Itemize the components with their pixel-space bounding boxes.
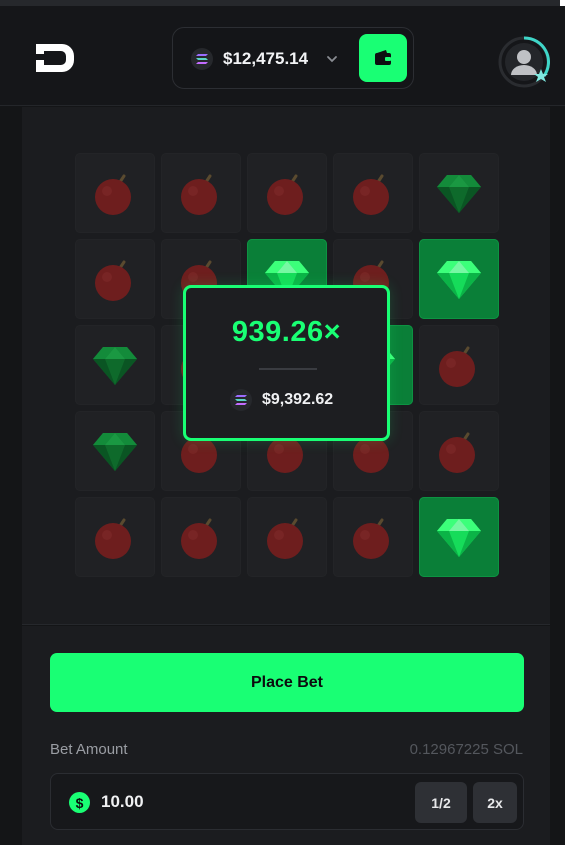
sol-equivalent: 0.12967225 SOL bbox=[409, 741, 523, 758]
tile-bomb[interactable] bbox=[419, 325, 499, 405]
gem-icon bbox=[437, 519, 481, 557]
payout-row: $9,392.62 bbox=[230, 389, 333, 411]
bomb-icon bbox=[267, 174, 303, 215]
bomb-icon bbox=[439, 346, 475, 387]
payout-amount: $9,392.62 bbox=[262, 391, 334, 408]
dollar-icon: $ bbox=[69, 792, 90, 813]
double-bet-button[interactable]: 2x bbox=[473, 782, 517, 823]
bomb-icon bbox=[95, 518, 131, 559]
bomb-icon bbox=[267, 518, 303, 559]
half-bet-button[interactable]: 1/2 bbox=[415, 782, 467, 823]
tile-bomb[interactable] bbox=[161, 497, 241, 577]
tile-bomb[interactable] bbox=[75, 153, 155, 233]
header: $12,475.14 bbox=[0, 6, 565, 106]
solana-icon bbox=[230, 389, 252, 411]
bomb-icon bbox=[353, 518, 389, 559]
bomb-icon bbox=[181, 518, 217, 559]
avatar[interactable] bbox=[498, 36, 550, 88]
gem-icon bbox=[437, 175, 481, 213]
tile-bomb[interactable] bbox=[75, 497, 155, 577]
solana-icon bbox=[191, 48, 213, 70]
bet-amount-value[interactable]: 10.00 bbox=[101, 792, 144, 812]
tile-gem[interactable] bbox=[75, 411, 155, 491]
tile-bomb[interactable] bbox=[333, 153, 413, 233]
tile-gem[interactable] bbox=[419, 497, 499, 577]
balance-selector[interactable]: $12,475.14 bbox=[172, 27, 414, 89]
divider bbox=[259, 368, 317, 370]
chevron-down-icon[interactable] bbox=[325, 52, 339, 66]
gem-icon bbox=[93, 347, 137, 385]
bet-amount-label: Bet Amount bbox=[50, 741, 128, 758]
tile-bomb[interactable] bbox=[333, 497, 413, 577]
logo-icon[interactable] bbox=[36, 44, 74, 72]
tile-bomb[interactable] bbox=[419, 411, 499, 491]
gem-icon bbox=[437, 261, 481, 299]
tile-bomb[interactable] bbox=[247, 153, 327, 233]
bomb-icon bbox=[95, 260, 131, 301]
balance-amount: $12,475.14 bbox=[223, 49, 309, 68]
tile-gem[interactable] bbox=[419, 153, 499, 233]
tile-gem[interactable] bbox=[419, 239, 499, 319]
win-popup: 939.26× $9,392.62 bbox=[183, 285, 390, 441]
tile-bomb[interactable] bbox=[247, 497, 327, 577]
place-bet-button[interactable]: Place Bet bbox=[50, 653, 524, 712]
tile-gem[interactable] bbox=[75, 325, 155, 405]
bomb-icon bbox=[353, 174, 389, 215]
gem-icon bbox=[93, 433, 137, 471]
bomb-icon bbox=[181, 174, 217, 215]
wallet-button[interactable] bbox=[359, 34, 407, 82]
bomb-icon bbox=[95, 174, 131, 215]
bet-amount-field[interactable]: $ 10.00 1/2 2x bbox=[50, 773, 524, 830]
wallet-icon bbox=[375, 50, 391, 65]
tile-bomb[interactable] bbox=[75, 239, 155, 319]
multiplier-value: 939.26× bbox=[231, 316, 342, 348]
bomb-icon bbox=[439, 432, 475, 473]
tile-bomb[interactable] bbox=[161, 153, 241, 233]
